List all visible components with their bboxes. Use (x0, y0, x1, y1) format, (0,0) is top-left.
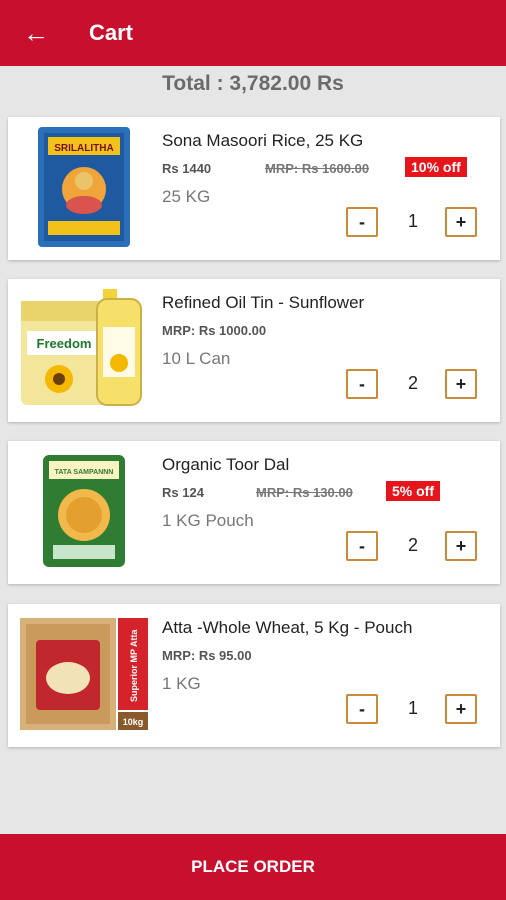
atta-bag-icon: Superior MP Atta 10kg (18, 610, 150, 738)
product-mrp: MRP: Rs 1600.00 (265, 161, 370, 176)
increase-quantity-button[interactable]: + (445, 369, 477, 399)
product-unit: 1 KG (162, 674, 201, 693)
product-name[interactable]: Organic Toor Dal (162, 455, 289, 475)
increase-quantity-button[interactable]: + (445, 694, 477, 724)
cart-item: Superior MP Atta 10kg Atta -Whole Wheat,… (8, 604, 500, 747)
quantity-value: 2 (407, 373, 418, 393)
product-name[interactable]: Sona Masoori Rice, 25 KG (162, 131, 363, 151)
place-order-button[interactable]: PLACE ORDER (0, 834, 506, 900)
product-unit: 25 KG (162, 187, 211, 206)
atta-bag-label: Superior MP Atta (129, 628, 139, 702)
quantity-value: 1 (407, 211, 418, 231)
rice-bag-brand: SRILALITHA (54, 143, 113, 154)
product-mrp: MRP: Rs 1000.00 (162, 323, 267, 338)
product-price: Rs 1440 (162, 161, 212, 176)
cart-item: Freedom Refined Oil Tin - Sunflower MRP:… (8, 279, 500, 422)
discount-badge: 5% off (386, 481, 440, 501)
increase-quantity-button[interactable]: + (445, 207, 477, 237)
oil-tin-icon: Freedom (18, 285, 150, 413)
cart-item: TATA SAMPANNN Organic Toor Dal Rs 124 MR… (8, 441, 500, 584)
product-unit: 10 L Can (162, 349, 231, 368)
decrease-quantity-button[interactable]: - (346, 531, 378, 561)
arrow-left-icon[interactable]: ← (22, 18, 50, 48)
product-name[interactable]: Refined Oil Tin - Sunflower (162, 293, 364, 313)
quantity-value: 1 (407, 698, 418, 718)
page-title: Cart (89, 20, 134, 45)
cart-total: Total : 3,782.00 Rs (162, 72, 344, 95)
decrease-quantity-button[interactable]: - (346, 369, 378, 399)
dal-pouch-icon: TATA SAMPANNN (18, 447, 150, 575)
increase-quantity-button[interactable]: + (445, 531, 477, 561)
product-unit: 1 KG Pouch (162, 511, 254, 530)
rice-bag-icon: SRILALITHA (18, 123, 150, 251)
product-mrp: MRP: Rs 95.00 (162, 648, 252, 663)
decrease-quantity-button[interactable]: - (346, 694, 378, 724)
cart-item: SRILALITHA Sona Masoori Rice, 25 KG Rs 1… (8, 117, 500, 260)
oil-tin-brand: Freedom (37, 336, 92, 351)
app-bar: ← Cart (0, 0, 506, 66)
decrease-quantity-button[interactable]: - (346, 207, 378, 237)
quantity-value: 2 (407, 535, 418, 555)
product-price: Rs 124 (162, 485, 204, 500)
product-mrp: MRP: Rs 130.00 (256, 485, 353, 500)
atta-bag-weight: 10kg (123, 717, 144, 727)
product-name[interactable]: Atta -Whole Wheat, 5 Kg - Pouch (162, 618, 412, 638)
discount-badge: 10% off (405, 157, 467, 177)
dal-pouch-brand: TATA SAMPANNN (55, 469, 114, 476)
